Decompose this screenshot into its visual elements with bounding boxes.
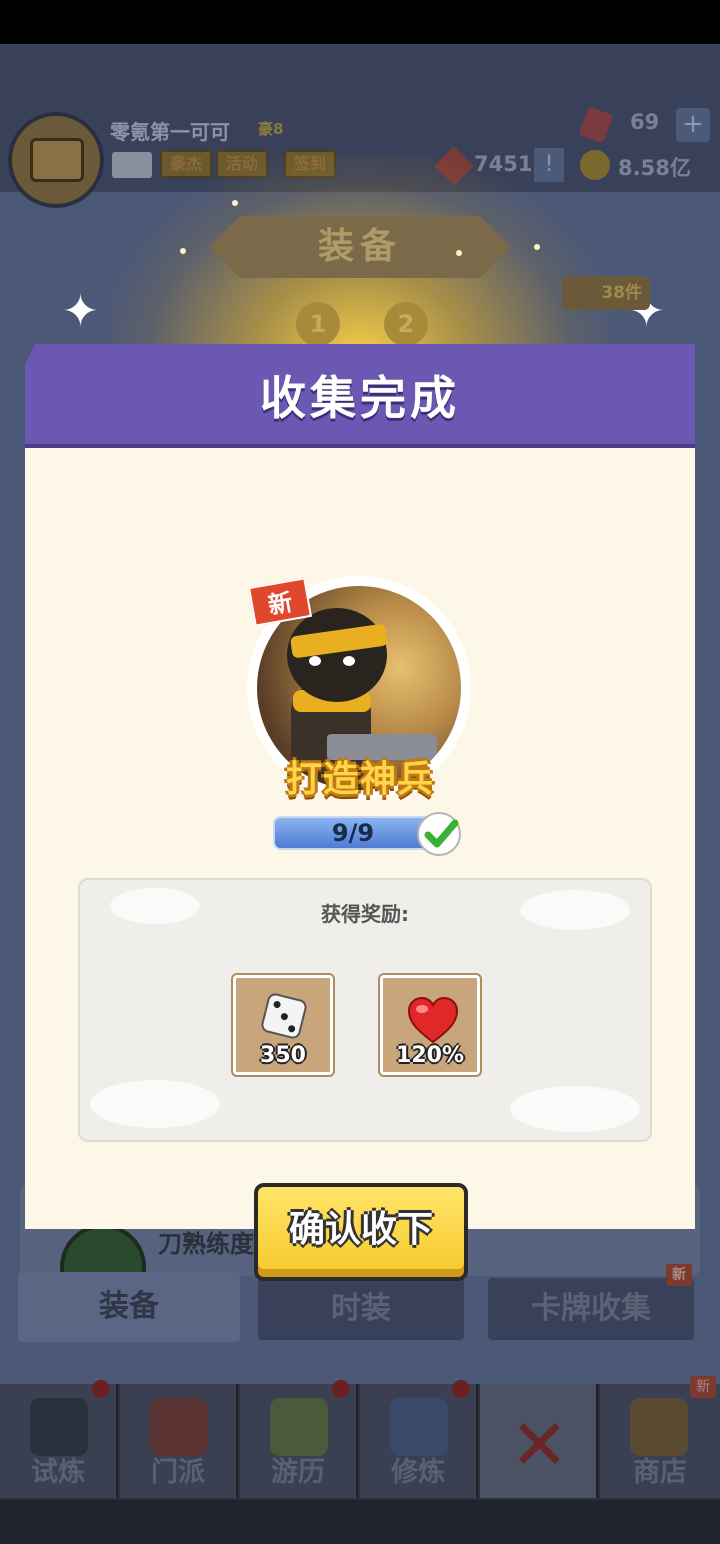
- confirm-button-label: 确认收下: [288, 1209, 433, 1250]
- nav-close[interactable]: ✕: [480, 1384, 598, 1498]
- nav-sect[interactable]: 门派: [120, 1384, 238, 1498]
- notification-dot: [452, 1380, 470, 1398]
- reward-slot[interactable]: 120%: [380, 975, 480, 1075]
- ninja-eye: [309, 656, 321, 666]
- nav-label: 门派: [151, 1457, 205, 1488]
- checkmark-icon: [417, 812, 461, 856]
- sparkle-dot: [456, 250, 462, 256]
- close-x-icon: ✕: [510, 1404, 569, 1486]
- dialog-header: 收集完成: [25, 344, 695, 448]
- step-1: 1: [296, 302, 340, 346]
- reward-amount: 350: [260, 1043, 306, 1068]
- new-badge: 新: [666, 1264, 692, 1286]
- tab-bar: 装备 时装 卡牌收集 新: [0, 1264, 720, 1350]
- temple-icon: [150, 1398, 208, 1456]
- nav-cultivate[interactable]: 修炼: [360, 1380, 478, 1498]
- dice-pip: [280, 1012, 289, 1021]
- scroll-icon: [390, 1398, 448, 1456]
- heart-icon: [407, 996, 459, 1044]
- collection-complete-dialog: 收集完成 新 打造神兵 9/9 获得奖励: 350 120% 确认收下: [25, 344, 695, 1281]
- reward-amount: 120%: [396, 1043, 464, 1068]
- avatar[interactable]: [8, 112, 104, 208]
- cloud-decoration: [510, 1086, 640, 1132]
- screen-title: 装备: [317, 226, 402, 267]
- nav-shop[interactable]: 商店 新: [600, 1376, 720, 1498]
- tab-card-collection[interactable]: 卡牌收集 新: [488, 1264, 694, 1340]
- reward-slot[interactable]: 350: [233, 975, 333, 1075]
- player-name: 零氪第一可可: [110, 120, 230, 144]
- nav-label: 试炼: [31, 1457, 85, 1488]
- progress-text: 9/9: [331, 819, 375, 847]
- dice-icon: [259, 991, 309, 1041]
- dialog-title: 收集完成: [260, 371, 460, 425]
- notification-dot: [332, 1380, 350, 1398]
- nav-label: 游历: [271, 1457, 325, 1488]
- reward-panel: 获得奖励: 350 120%: [78, 878, 652, 1142]
- new-badge: 新: [690, 1376, 716, 1398]
- sparkle-star-icon: ✦: [62, 286, 99, 337]
- ninja-eye: [343, 656, 355, 666]
- sparkle-dot: [180, 248, 186, 254]
- confirm-button[interactable]: 确认收下: [254, 1183, 468, 1281]
- nav-label: 商店: [633, 1457, 687, 1488]
- cloud-decoration: [90, 1080, 220, 1128]
- vip-badge: 豪8: [258, 120, 284, 138]
- dice-pip: [272, 1000, 282, 1009]
- ninja-icon: [30, 1398, 88, 1456]
- tab-equipment[interactable]: 装备: [18, 1272, 240, 1342]
- mountain-icon: [270, 1398, 328, 1456]
- shop-icon: [630, 1398, 688, 1456]
- nav-trial[interactable]: 试炼: [0, 1380, 118, 1498]
- gold-count: 8.58亿: [618, 156, 691, 180]
- collection-progress-bar: 9/9: [273, 816, 433, 850]
- chest-icon: [30, 138, 84, 182]
- dialog-body: 新 打造神兵 9/9 获得奖励: 350 120% 确认收下: [25, 448, 695, 1281]
- sparkle-dot: [232, 200, 238, 206]
- step-2: 2: [384, 302, 428, 346]
- sparkle-dot: [534, 244, 540, 250]
- bottom-band: [0, 1500, 720, 1544]
- dice-pip: [287, 1024, 296, 1033]
- add-gems-button[interactable]: +: [676, 108, 710, 142]
- tab-costume[interactable]: 时装: [258, 1278, 464, 1340]
- reward-title: 获得奖励:: [321, 902, 409, 926]
- mastery-label: 刀熟练度: [158, 1230, 254, 1258]
- gem-count: 69: [630, 110, 660, 134]
- screen-title-plate: 装备: [210, 216, 510, 278]
- nav-label: 修炼: [391, 1457, 445, 1488]
- tab-card-collection-label: 卡牌收集: [531, 1291, 651, 1326]
- card-name: 打造神兵: [285, 759, 434, 800]
- notification-dot: [92, 1380, 110, 1398]
- item-count-badge: 38件: [562, 276, 650, 310]
- bottom-nav: 试炼 门派 游历 修炼 ✕ 商店 新: [0, 1376, 720, 1500]
- status-bar: [0, 0, 720, 44]
- nav-travel[interactable]: 游历: [240, 1380, 358, 1498]
